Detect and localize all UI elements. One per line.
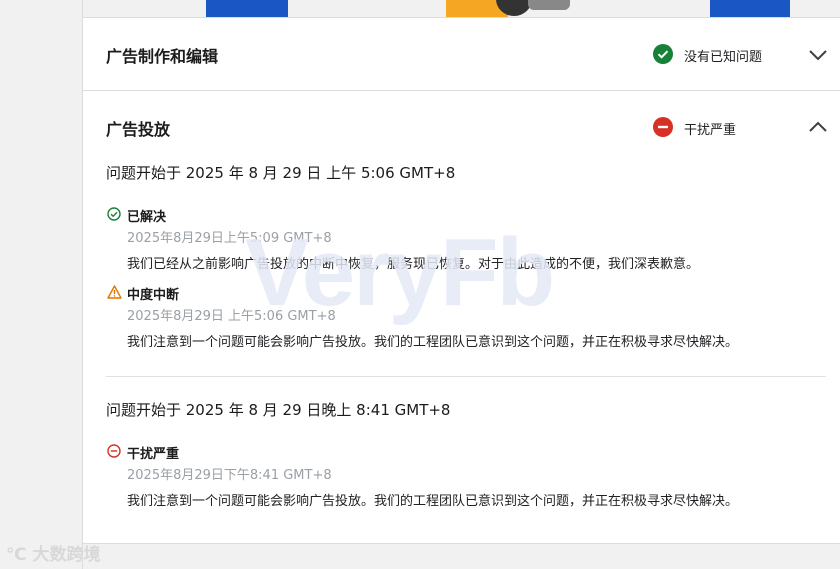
left-sidebar-strip xyxy=(0,0,83,569)
status-panel: 广告制作和编辑 没有已知问题 广告投放 干扰严重 问题开始于 2025 年 8 … xyxy=(83,17,840,544)
logo-text: 大数跨境 xyxy=(32,545,101,565)
chevron-down-icon[interactable] xyxy=(808,48,828,62)
event-time: 2025年8月29日上午5:09 GMT+8 xyxy=(127,231,332,246)
logo-mark-icon: ℃ xyxy=(6,545,27,565)
illustration-banner xyxy=(83,0,840,17)
event-description: 我们注意到一个问题可能会影响广告投放。我们的工程团队已意识到这个问题，并正在积极… xyxy=(127,494,739,509)
minus-circle-icon xyxy=(653,117,673,137)
event-description: 我们已经从之前影响广告投放的中断中恢复，服务现已恢复。对于由此造成的不便，我们深… xyxy=(127,257,700,272)
incident-start-time: 问题开始于 2025 年 8 月 29 日晚上 8:41 GMT+8 xyxy=(106,401,451,419)
event-description: 我们注意到一个问题可能会影响广告投放。我们的工程团队已意识到这个问题，并正在积极… xyxy=(127,335,739,350)
brand-logo: ℃ 大数跨境 xyxy=(6,540,101,565)
status-label: 没有已知问题 xyxy=(684,50,763,65)
minus-circle-icon xyxy=(107,444,121,458)
event-time: 2025年8月29日下午8:41 GMT+8 xyxy=(127,468,332,483)
section-title: 广告制作和编辑 xyxy=(106,47,219,66)
event-title: 已解决 xyxy=(127,210,167,225)
illustration-shape-blue-right xyxy=(710,0,790,17)
event-title: 中度中断 xyxy=(127,288,180,303)
illustration-shape-gray xyxy=(528,0,570,10)
warning-icon xyxy=(107,285,122,299)
check-circle-icon xyxy=(653,44,673,64)
event-title: 干扰严重 xyxy=(127,447,180,462)
incident-start-time: 问题开始于 2025 年 8 月 29 日 上午 5:06 GMT+8 xyxy=(106,164,456,182)
illustration-shape-blue xyxy=(206,0,288,17)
status-label: 干扰严重 xyxy=(684,123,737,138)
chevron-up-icon[interactable] xyxy=(808,120,828,134)
section-title: 广告投放 xyxy=(106,120,171,139)
section-ad-creation[interactable]: 广告制作和编辑 没有已知问题 xyxy=(83,18,840,90)
section-ad-delivery[interactable]: 广告投放 干扰严重 xyxy=(83,91,840,163)
incident-divider xyxy=(106,376,826,377)
event-time: 2025年8月29日 上午5:06 GMT+8 xyxy=(127,309,336,324)
check-circle-icon xyxy=(107,207,121,221)
